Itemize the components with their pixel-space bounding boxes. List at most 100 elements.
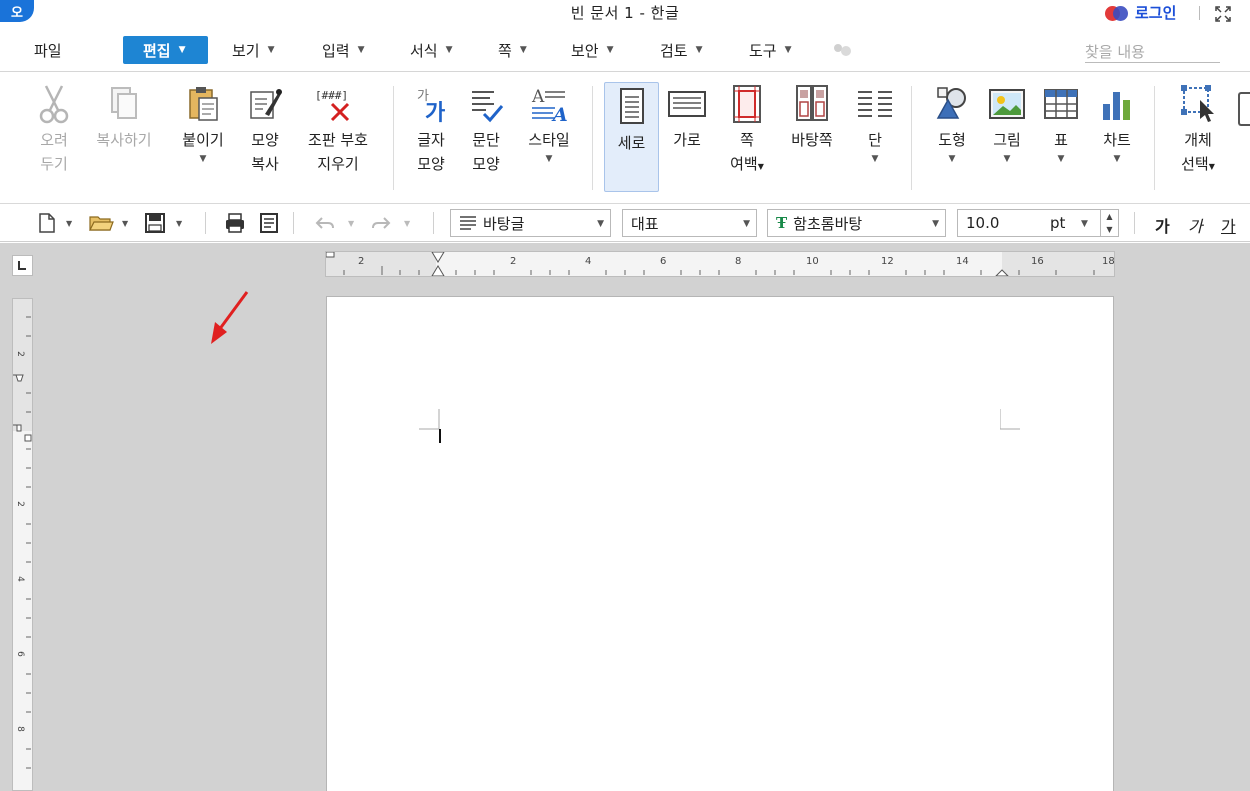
shape-label: 도형 xyxy=(938,131,966,149)
chart-button[interactable]: 차트 ▼ xyxy=(1092,80,1142,192)
undo-icon[interactable] xyxy=(314,212,336,234)
columns-button[interactable]: 단 ▼ xyxy=(852,80,898,192)
copy-label: 복사하기 xyxy=(96,131,152,149)
columns-icon xyxy=(858,91,892,117)
document-page[interactable] xyxy=(326,296,1114,791)
shape-button[interactable]: 도형 ▼ xyxy=(928,80,976,192)
menu-insert[interactable]: 입력 ▼ xyxy=(312,36,375,64)
chevron-down-icon[interactable]: ▼ xyxy=(176,219,182,228)
cut-button[interactable]: 오려 두기 xyxy=(30,80,78,192)
menu-tools-label: 도구 xyxy=(749,41,777,60)
picture-label: 그림 xyxy=(993,131,1021,149)
paste-icon xyxy=(189,87,218,121)
more-icon[interactable] xyxy=(1238,92,1250,126)
chart-icon xyxy=(1103,92,1130,120)
fullscreen-icon[interactable] xyxy=(1214,5,1232,23)
clear-marks-label-1: 조판 부호 xyxy=(308,131,368,149)
print-preview-icon[interactable] xyxy=(258,212,280,234)
ruler-label: 6 xyxy=(14,651,25,657)
chevron-down-icon[interactable]: ▼ xyxy=(66,219,72,228)
open-folder-icon[interactable] xyxy=(88,212,114,234)
char-shape-button[interactable]: 가가 글자 모양 xyxy=(405,80,457,192)
chevron-down-icon: ▼ xyxy=(871,154,879,164)
menu-file-label: 파일 xyxy=(34,41,62,60)
master-page-button[interactable]: 바탕쪽 xyxy=(784,80,840,192)
paste-button[interactable]: 붙이기 ▼ xyxy=(172,80,234,192)
ruler-label: 12 xyxy=(881,256,894,267)
title-separator xyxy=(1199,6,1200,20)
share-icon[interactable] xyxy=(830,42,854,60)
menu-review[interactable]: 검토 ▼ xyxy=(650,36,713,64)
menu-file[interactable]: 파일 xyxy=(24,36,72,64)
style-button[interactable]: AA 스타일 ▼ xyxy=(518,80,580,192)
chevron-down-icon[interactable]: ▼ xyxy=(122,219,128,228)
char-shape-label-1: 글자 xyxy=(417,131,445,149)
print-icon[interactable] xyxy=(224,212,246,234)
menu-tools[interactable]: 도구 ▼ xyxy=(739,36,802,64)
search-input[interactable]: 찾을 내용 xyxy=(1085,41,1220,63)
font-size-unit: pt xyxy=(1050,214,1066,232)
menu-view-label: 보기 xyxy=(232,41,260,60)
ruler-ticks xyxy=(13,299,32,769)
chevron-down-icon: ▼ xyxy=(597,219,604,229)
menu-security[interactable]: 보안 ▼ xyxy=(561,36,624,64)
menu-view[interactable]: 보기 ▼ xyxy=(222,36,285,64)
style-select[interactable]: 바탕글 ▼ xyxy=(450,209,611,237)
copy-icon xyxy=(111,87,137,119)
font-select[interactable]: Ŧ 함초롬바탕 ▼ xyxy=(767,209,946,237)
menu-edit[interactable]: 편집 ▼ xyxy=(123,36,208,64)
ribbon-divider xyxy=(1154,86,1155,190)
chevron-down-icon[interactable]: ▼ xyxy=(348,219,354,228)
portrait-button[interactable]: 세로 xyxy=(604,82,659,192)
ruler-label: 10 xyxy=(806,256,819,267)
language-select[interactable]: 대표 ▼ xyxy=(622,209,757,237)
menu-page[interactable]: 쪽 ▼ xyxy=(488,36,537,64)
page-margins-icon xyxy=(733,85,761,123)
table-button[interactable]: 표 ▼ xyxy=(1038,80,1084,192)
font-size-field[interactable]: 10.0 pt ▼ ▲ ▼ xyxy=(957,209,1119,237)
margins-label-2-text: 여백 xyxy=(730,155,758,173)
table-label: 표 xyxy=(1054,131,1068,149)
menu-format[interactable]: 서식 ▼ xyxy=(400,36,463,64)
login-button[interactable]: 로그인 xyxy=(1105,2,1176,23)
horizontal-ruler[interactable]: 2 2 4 6 8 10 12 14 16 18 xyxy=(325,251,1115,277)
menu-page-label: 쪽 xyxy=(498,41,512,60)
menu-edit-label: 편집 xyxy=(143,41,171,60)
chevron-up-icon[interactable]: ▲ xyxy=(1106,212,1112,221)
columns-label: 단 xyxy=(868,131,882,149)
para-shape-label-2: 모양 xyxy=(472,155,500,173)
new-document-icon[interactable] xyxy=(36,212,58,234)
chevron-down-icon: ▼ xyxy=(948,154,956,164)
tab-stop-type-button[interactable] xyxy=(12,255,33,276)
margins-button[interactable]: 쪽 여백▼ xyxy=(722,80,772,192)
object-select-button[interactable]: 개체 선택▼ xyxy=(1168,80,1228,192)
chevron-down-icon[interactable]: ▼ xyxy=(404,219,410,228)
table-icon xyxy=(1044,89,1078,119)
toolbar-separator xyxy=(1134,212,1135,234)
format-copy-label-2: 복사 xyxy=(251,155,279,173)
menu-insert-label: 입력 xyxy=(322,41,350,60)
ruler-label: 8 xyxy=(735,256,742,267)
font-size-stepper[interactable]: ▲ ▼ xyxy=(1100,210,1118,236)
landscape-button[interactable]: 가로 xyxy=(662,80,712,192)
vertical-ruler[interactable]: 2 2 4 6 8 xyxy=(12,298,33,791)
underline-button[interactable]: 가 xyxy=(1221,213,1236,237)
chevron-down-icon: ▼ xyxy=(784,45,792,55)
ribbon-divider xyxy=(592,86,593,190)
italic-button[interactable]: 가 xyxy=(1188,213,1203,237)
para-shape-button[interactable]: 문단 모양 xyxy=(460,80,512,192)
redo-icon[interactable] xyxy=(370,212,392,234)
clear-marks-button[interactable]: [###] 조판 부호 지우기 xyxy=(298,80,378,192)
ruler-label: 4 xyxy=(14,576,25,582)
picture-icon xyxy=(989,89,1025,119)
format-copy-button[interactable]: 모양 복사 xyxy=(238,80,292,192)
document-workspace: 2 2 4 6 8 10 12 14 16 18 2 2 4 6 8 xyxy=(0,243,1250,791)
char-shape-icon: 가가 xyxy=(417,89,445,124)
bold-button[interactable]: 가 xyxy=(1155,213,1170,237)
copy-button[interactable]: 복사하기 xyxy=(88,80,160,192)
menu-review-label: 검토 xyxy=(660,41,688,60)
ribbon: 오려 두기 복사하기 붙이기 ▼ 모양 복사 [###] 조판 부호 지우기 가… xyxy=(0,72,1250,204)
chevron-down-icon[interactable]: ▼ xyxy=(1106,225,1112,234)
save-icon[interactable] xyxy=(144,212,166,234)
picture-button[interactable]: 그림 ▼ xyxy=(983,80,1031,192)
